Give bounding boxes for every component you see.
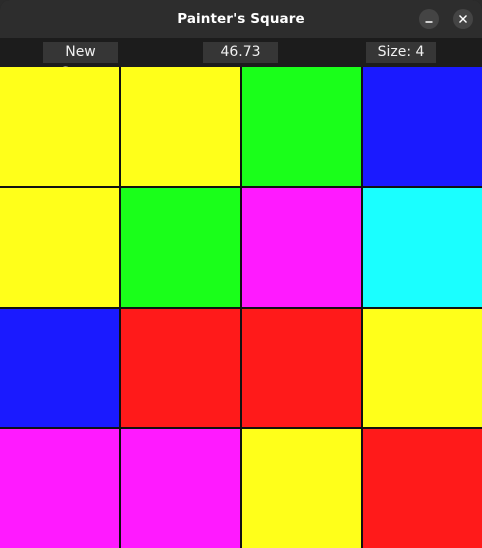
board-cell[interactable] (121, 308, 240, 428)
board-cell[interactable] (0, 187, 119, 307)
board-cell[interactable] (363, 187, 482, 307)
board-cell[interactable] (242, 308, 361, 428)
toolbar: New Game 46.73 Size: 4 (0, 38, 482, 81)
board-cell[interactable] (0, 67, 119, 186)
board-cell[interactable] (121, 187, 240, 307)
new-game-button[interactable]: New Game (43, 42, 118, 81)
board-cell[interactable] (242, 67, 361, 186)
timer-display: 46.73 (203, 42, 278, 63)
minimize-icon (425, 21, 433, 23)
board-cell[interactable] (0, 429, 119, 548)
board-cell[interactable] (121, 429, 240, 548)
size-button[interactable]: Size: 4 (366, 42, 436, 63)
window-title: Painter's Square (177, 11, 305, 27)
board-cell[interactable] (363, 429, 482, 548)
board-cell[interactable] (242, 187, 361, 307)
game-board (0, 67, 482, 548)
board-cell[interactable] (363, 67, 482, 186)
minimize-button[interactable] (419, 9, 439, 29)
board-cell[interactable] (242, 429, 361, 548)
close-icon (459, 15, 467, 23)
close-button[interactable] (453, 9, 473, 29)
game-window: Painter's Square New Game 46.73 Size: 4 (0, 0, 482, 548)
title-bar: Painter's Square (0, 0, 482, 38)
board-cell[interactable] (0, 308, 119, 428)
board-cell[interactable] (363, 308, 482, 428)
board-cell[interactable] (121, 67, 240, 186)
